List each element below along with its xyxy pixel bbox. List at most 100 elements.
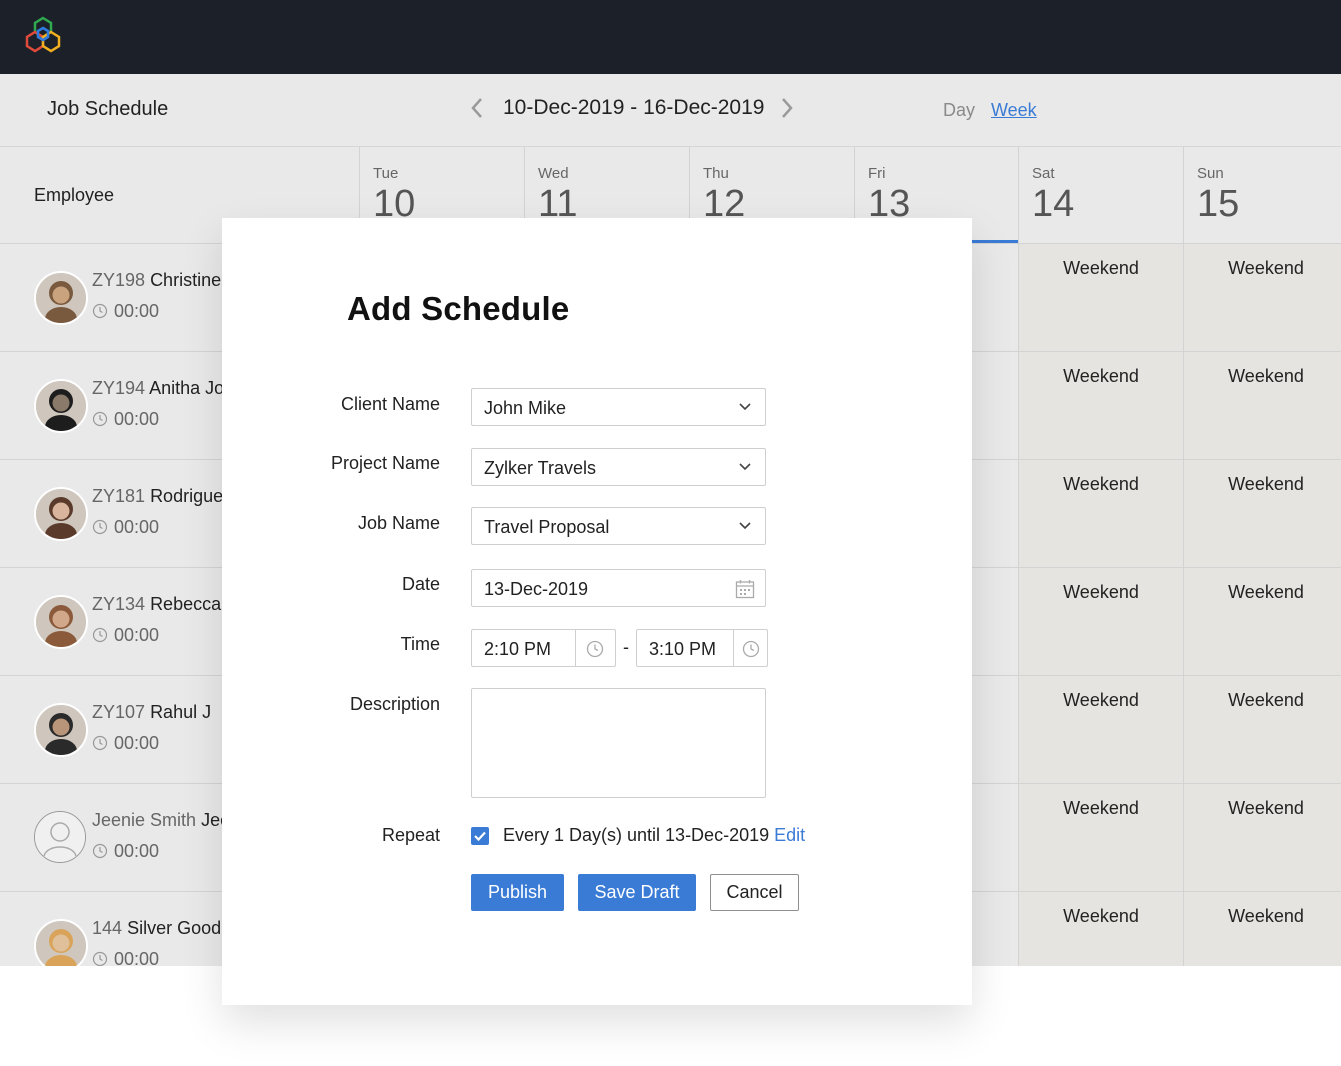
employee-name: Jeenie Smith Jee [92, 810, 230, 831]
employee-name: ZY198 Christine [92, 270, 221, 291]
employee-hours: 00:00 [92, 301, 159, 322]
avatar [34, 487, 88, 541]
weekend-cell-sun: Weekend [1183, 460, 1341, 567]
chevron-left-icon[interactable] [470, 97, 484, 119]
weekend-label: Weekend [1063, 690, 1139, 710]
day-number: 15 [1197, 183, 1240, 225]
weekend-cell-sat: Weekend [1018, 244, 1183, 351]
repeat-checkbox[interactable] [471, 827, 489, 845]
avatar [34, 703, 88, 757]
day-name: Sun [1197, 165, 1224, 182]
job-name-label: Job Name [357, 513, 440, 533]
weekend-label: Weekend [1063, 906, 1139, 926]
repeat-summary: Every 1 Day(s) until 13-Dec-2019 Edit [503, 825, 805, 846]
weekend-cell-sat: Weekend [1018, 676, 1183, 783]
weekend-label: Weekend [1228, 690, 1304, 710]
publish-button[interactable]: Publish [471, 874, 564, 911]
weekend-cell-sun: Weekend [1183, 676, 1341, 783]
save-draft-button[interactable]: Save Draft [578, 874, 696, 911]
page-header: Job Schedule 10-Dec-2019 - 16-Dec-2019 D… [0, 74, 1341, 147]
add-schedule-dialog: Add Schedule Client Name John Mike Proje… [222, 218, 972, 1005]
description-textarea[interactable] [471, 688, 766, 798]
employee-id: 144 [92, 918, 123, 938]
date-value: 13-Dec-2019 [484, 579, 589, 599]
dialog-title: Add Schedule [347, 290, 570, 327]
weekend-cell-sat: Weekend [1018, 892, 1183, 966]
employee-hours-value: 00:00 [114, 301, 160, 321]
chevron-down-icon [739, 463, 751, 471]
weekend-label: Weekend [1228, 366, 1304, 386]
project-name-label: Project Name [330, 453, 440, 473]
employee-hours-value: 00:00 [114, 409, 160, 429]
time-from-field[interactable]: 2:10 PM [471, 629, 616, 667]
weekend-cell-sun: Weekend [1183, 352, 1341, 459]
time-to-value: 3:10 PM [649, 639, 717, 659]
weekend-cell-sat: Weekend [1018, 784, 1183, 891]
weekend-cell-sat: Weekend [1018, 352, 1183, 459]
client-name-select[interactable]: John Mike [471, 388, 766, 426]
date-label: Date [401, 574, 440, 594]
repeat-edit-link[interactable]: Edit [774, 825, 805, 845]
employee-name-text: Rodrigue [150, 486, 224, 506]
employee-name: ZY134 Rebecca [92, 594, 221, 615]
employee-hours-value: 00:00 [114, 841, 160, 861]
employee-hours-value: 00:00 [114, 625, 160, 645]
clock-icon [92, 843, 108, 859]
description-label: Description [349, 694, 440, 714]
repeat-summary-text: Every 1 Day(s) until 13-Dec-2019 [503, 825, 770, 845]
weekend-label: Weekend [1063, 258, 1139, 278]
weekend-label: Weekend [1228, 906, 1304, 926]
day-name: Wed [538, 165, 569, 182]
employee-hours: 00:00 [92, 409, 159, 430]
cancel-button[interactable]: Cancel [710, 874, 799, 911]
employee-name: ZY181 Rodrigue [92, 486, 223, 507]
employee-hours-value: 00:00 [114, 949, 160, 966]
weekend-cell-sun: Weekend [1183, 784, 1341, 891]
weekend-label: Weekend [1063, 474, 1139, 494]
app-logo-icon[interactable] [24, 16, 62, 54]
page-title: Job Schedule [47, 98, 169, 120]
weekend-label: Weekend [1228, 258, 1304, 278]
time-separator: - [623, 637, 629, 657]
time-to-field[interactable]: 3:10 PM [636, 629, 768, 667]
weekend-cell-sun: Weekend [1183, 892, 1341, 966]
view-week-link[interactable]: Week [991, 100, 1037, 121]
employee-hours: 00:00 [92, 625, 159, 646]
clock-icon [92, 519, 108, 535]
job-name-select[interactable]: Travel Proposal [471, 507, 766, 545]
clock-icon[interactable] [742, 640, 760, 658]
employee-id: ZY198 [92, 270, 146, 290]
day-header-sun: Sun 15 [1183, 147, 1341, 243]
weekend-label: Weekend [1228, 474, 1304, 494]
employee-name-text: Rebecca [150, 594, 222, 614]
day-name: Sat [1032, 165, 1055, 182]
clock-icon[interactable] [586, 640, 604, 658]
weekend-cell-sat: Weekend [1018, 460, 1183, 567]
calendar-icon[interactable] [735, 579, 755, 599]
employee-name-text: Rahul J [150, 702, 212, 722]
chevron-down-icon [739, 403, 751, 411]
weekend-label: Weekend [1063, 366, 1139, 386]
chevron-right-icon[interactable] [780, 97, 794, 119]
field-divider [733, 630, 734, 666]
employee-id: ZY134 [92, 594, 146, 614]
clock-icon [92, 627, 108, 643]
employee-name-text: Anitha Jo [149, 378, 225, 398]
checkmark-icon [474, 831, 486, 842]
weekend-cell-sun: Weekend [1183, 244, 1341, 351]
clock-icon [92, 303, 108, 319]
employee-column-header: Employee [34, 185, 115, 205]
employee-hours: 00:00 [92, 517, 159, 538]
day-name: Fri [868, 165, 886, 182]
weekend-label: Weekend [1063, 798, 1139, 818]
field-divider [575, 630, 576, 666]
date-field[interactable]: 13-Dec-2019 [471, 569, 766, 607]
project-name-select[interactable]: Zylker Travels [471, 448, 766, 486]
employee-name: ZY107 Rahul J [92, 702, 211, 723]
time-from-value: 2:10 PM [484, 639, 552, 659]
employee-id: ZY181 [92, 486, 146, 506]
employee-id: ZY107 [92, 702, 146, 722]
chevron-down-icon [739, 522, 751, 530]
avatar [34, 595, 88, 649]
view-day-link[interactable]: Day [943, 100, 975, 121]
